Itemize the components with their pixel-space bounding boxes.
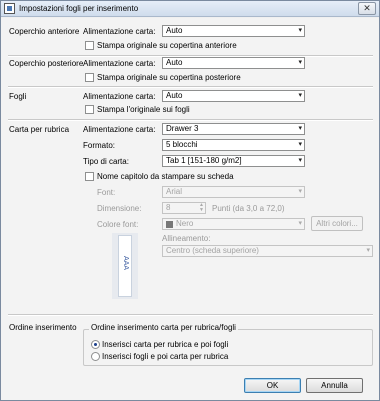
tab-paper-feed-value: Drawer 3 (166, 124, 199, 133)
tab-paper-format-select[interactable]: 5 blocchi ▾ (162, 139, 305, 151)
chevron-down-icon: ▾ (298, 157, 302, 164)
font-label: Font: (97, 188, 116, 197)
tab-preview: AAA (118, 235, 132, 297)
title-bar: Impostazioni fogli per inserimento ✕ (1, 1, 379, 17)
more-colors-button[interactable]: Altri colori... (311, 216, 363, 231)
app-icon (4, 3, 15, 14)
back-cover-feed-select[interactable]: Auto ▾ (162, 57, 305, 69)
color-swatch (166, 221, 173, 228)
back-cover-feed-label: Alimentazione carta: (83, 59, 156, 68)
insert-sheets-first-label: Inserisci fogli e poi carta per rubrica (102, 352, 229, 361)
ok-button[interactable]: OK (244, 378, 301, 393)
cancel-button[interactable]: Annulla (306, 378, 363, 393)
alignment-label: Allineamento: (162, 234, 211, 243)
chevron-down-icon: ▾ (298, 220, 302, 227)
front-cover-print-checkbox[interactable] (85, 41, 94, 50)
size-label: Dimensione: (97, 204, 142, 213)
chevron-down-icon: ▾ (298, 188, 302, 195)
tab-paper-type-select[interactable]: Tab 1 [151-180 g/m2] ▾ (162, 155, 305, 167)
font-color-select[interactable]: Nero ▾ (162, 218, 305, 230)
insert-sheets-first-radio[interactable] (91, 352, 100, 361)
tab-paper-feed-select[interactable]: Drawer 3 ▾ (162, 123, 305, 135)
font-value: Arial (166, 187, 183, 196)
chevron-down-icon: ▾ (298, 141, 302, 148)
front-cover-feed-select[interactable]: Auto ▾ (162, 25, 305, 37)
chevron-down-icon: ▾ (298, 59, 302, 66)
window-title: Impostazioni fogli per inserimento (19, 4, 139, 13)
size-value: 8 (166, 203, 171, 212)
insert-order-group-title: Ordine inserimento carta per rubrica/fog… (89, 323, 238, 332)
insert-tabs-first-label: Inserisci carta per rubrica e poi fogli (102, 340, 229, 349)
sheets-feed-value: Auto (166, 91, 183, 100)
chevron-down-icon: ▾ (298, 92, 302, 99)
front-cover-section-label: Coperchio anteriore (9, 27, 80, 36)
sheets-print-checkbox[interactable] (85, 105, 94, 114)
back-cover-print-checkbox[interactable] (85, 73, 94, 82)
back-cover-print-label: Stampa originale su copertina posteriore (97, 73, 241, 82)
divider (8, 86, 373, 88)
back-cover-feed-value: Auto (166, 58, 183, 67)
size-stepper[interactable]: 8 ▲ ▼ (162, 202, 206, 214)
front-cover-feed-value: Auto (166, 26, 183, 35)
chevron-down-icon: ▾ (298, 125, 302, 132)
tab-preview-text: AAA (122, 256, 129, 271)
spin-arrows-icon[interactable]: ▲ ▼ (199, 203, 204, 213)
front-cover-print-label: Stampa originale su copertina anteriore (97, 41, 237, 50)
tab-paper-feed-label: Alimentazione carta: (83, 125, 156, 134)
spin-down-icon[interactable]: ▼ (199, 207, 204, 213)
tab-paper-type-label: Tipo di carta: (83, 157, 129, 166)
size-hint: Punti (da 3,0 a 72,0) (212, 204, 285, 213)
tab-paper-format-value: 5 blocchi (166, 140, 198, 149)
font-select[interactable]: Arial ▾ (162, 186, 305, 198)
divider (8, 314, 373, 316)
sheets-print-label: Stampa l'originale sui fogli (97, 105, 190, 114)
dialog-body: Coperchio anteriore Alimentazione carta:… (1, 18, 379, 400)
back-cover-section-label: Coperchio posteriore (9, 59, 84, 68)
insert-order-section-label: Ordine inserimento (9, 323, 77, 332)
font-color-label: Colore font: (97, 220, 139, 229)
alignment-value: Centro (scheda superiore) (166, 246, 259, 255)
insert-tabs-first-radio[interactable] (91, 340, 100, 349)
chevron-down-icon: ▾ (298, 27, 302, 34)
sheets-feed-label: Alimentazione carta: (83, 92, 156, 101)
sheets-feed-select[interactable]: Auto ▾ (162, 90, 305, 102)
close-button[interactable]: ✕ (358, 2, 376, 15)
alignment-select[interactable]: Centro (scheda superiore) ▾ (162, 245, 373, 257)
tab-paper-section-label: Carta per rubrica (9, 125, 70, 134)
tab-paper-format-label: Formato: (83, 141, 116, 150)
sheets-section-label: Fogli (9, 92, 27, 101)
dialog-window: Impostazioni fogli per inserimento ✕ Cop… (0, 0, 380, 401)
divider (8, 119, 373, 121)
tab-paper-type-value: Tab 1 [151-180 g/m2] (166, 156, 242, 165)
front-cover-feed-label: Alimentazione carta: (83, 27, 156, 36)
chapter-name-label: Nome capitolo da stampare su scheda (97, 172, 234, 181)
chevron-down-icon: ▾ (366, 247, 370, 254)
chapter-name-checkbox[interactable] (85, 172, 94, 181)
